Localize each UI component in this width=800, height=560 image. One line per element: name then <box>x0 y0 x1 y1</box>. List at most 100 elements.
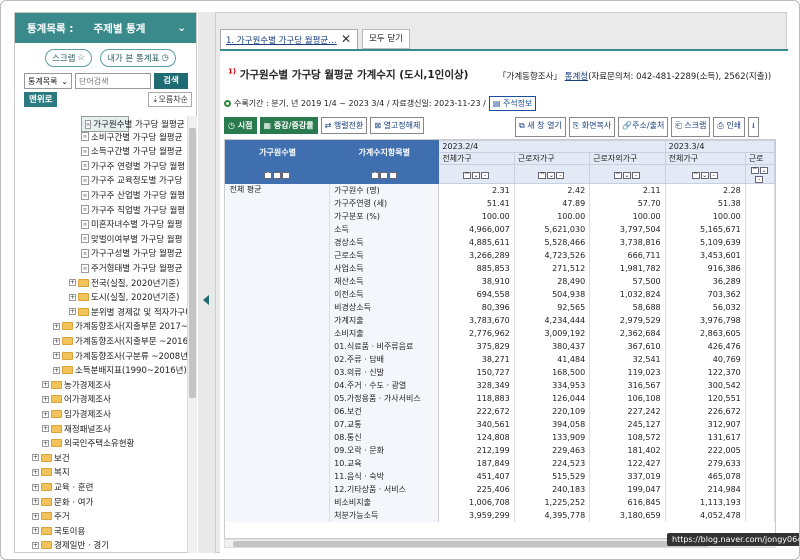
table-row[interactable]: 가계지출 3,783,670 4,234,444 2,979,529 3,976,798 <box>225 313 775 327</box>
sort-toggle-icon[interactable]: ^ <box>370 171 379 179</box>
stat-category-selector[interactable]: 주제별 통계 <box>94 23 146 35</box>
search-scope-select[interactable]: 통계목록 ⌄ <box>24 73 72 89</box>
expand-icon[interactable]: + <box>53 366 60 374</box>
sort-toggle-icon[interactable]: - <box>282 171 291 179</box>
address-source-button[interactable]: 🔗주소/출처 <box>618 117 669 137</box>
tree-item-folder[interactable]: + 소득분배지표(1990~2016년) <box>53 364 187 376</box>
collapse-left-icon[interactable] <box>203 295 209 305</box>
search-input[interactable] <box>75 73 151 89</box>
close-icon[interactable]: ✕ <box>341 32 351 46</box>
col-header-household-size[interactable]: 가구원수별 <box>225 140 331 165</box>
expand-icon[interactable]: + <box>53 352 60 360</box>
table-row[interactable]: 06.보건 222,672 220,109 227,242 226,672 <box>225 404 775 418</box>
expand-icon[interactable]: + <box>69 293 76 301</box>
table-row[interactable]: 소득 4,966,007 5,621,030 3,797,504 5,165,671 <box>225 222 775 236</box>
search-button[interactable]: 검색 <box>154 73 188 89</box>
close-all-tabs-button[interactable]: 모두 닫기 <box>362 29 410 49</box>
expand-icon[interactable]: + <box>32 468 39 476</box>
tree-item-table[interactable]: ≡ 가구주 직업별 가구당 월평 <box>81 204 185 216</box>
tree-item-table[interactable]: ≡ 주거형태별 가구당 월평균 <box>81 262 182 274</box>
expand-icon[interactable]: + <box>32 483 39 491</box>
tree-item-folder[interactable]: + 외국인주택소유현황 <box>42 437 134 449</box>
tree-item-table[interactable]: ≡ 소비구간별 가구당 월평균 <box>81 131 182 143</box>
source-link[interactable]: 통계청 <box>565 72 588 82</box>
sort-toggle-icon[interactable]: - <box>481 171 490 179</box>
expand-icon[interactable]: + <box>42 425 49 433</box>
table-row[interactable]: 02.주류 · 담배 38,271 41,484 32,541 40,769 <box>225 352 775 366</box>
tree-item-folder[interactable]: + 가계동향조사(지출부문 2017~20 <box>53 320 187 332</box>
sort-toggle-icon[interactable]: ^ <box>463 171 472 179</box>
tree-item-folder[interactable]: + 가계동향조사(구분류 ~2008년) <box>53 350 187 362</box>
tree-item-folder[interactable]: + 어가경제조사 <box>42 393 111 405</box>
tree-scroll-thumb[interactable] <box>189 128 196 398</box>
tree-item-folder[interactable]: + 도시(실질, 2020년기준) <box>69 291 179 303</box>
tree-item-folder[interactable]: + 농가경제조사 <box>42 379 111 391</box>
tree-item-folder[interactable]: + 분위별 경제값 및 적자가구비 <box>69 306 187 318</box>
tree-item-table[interactable]: ≡ 소득구간별 가구당 월평균 <box>81 145 182 157</box>
sort-toggle-icon[interactable]: - <box>388 171 397 179</box>
sort-toggle-icon[interactable]: ^ <box>264 171 273 179</box>
tree-item-table[interactable]: ≡ 가구주 연령별 가구당 월평 <box>81 160 185 172</box>
expand-icon[interactable]: + <box>32 527 39 535</box>
tree-scrollbar[interactable] <box>187 116 197 553</box>
expand-icon[interactable]: + <box>32 498 39 506</box>
tree-item-folder[interactable]: + 보건 <box>32 452 70 464</box>
expand-icon[interactable]: + <box>69 308 76 316</box>
table-row[interactable]: 근로소득 3,266,289 4,723,526 666,711 3,453,601 <box>225 248 775 262</box>
print-button[interactable]: ⎙ 인쇄 <box>713 117 746 137</box>
transpose-button[interactable]: ⇄ 행렬전환 <box>320 117 368 134</box>
expand-icon[interactable]: + <box>69 279 76 287</box>
table-row[interactable]: 09.오락 · 문화 212,199 229,463 181,402 222,005 <box>225 443 775 457</box>
tree-item-table[interactable]: ≡ 가구주 산업별 가구당 월평 <box>81 189 185 201</box>
sort-toggle-icon[interactable]: - <box>556 171 565 179</box>
expand-icon[interactable]: + <box>32 512 39 520</box>
sort-toggle-icon[interactable]: ^ <box>691 171 700 179</box>
table-row[interactable]: 비소비지출 1,006,708 1,225,252 616,845 1,113,193 <box>225 495 775 509</box>
expand-icon[interactable]: + <box>53 337 60 345</box>
sort-controls[interactable]: ^⌄- <box>664 164 746 184</box>
tree-item-folder[interactable]: + 국토이용 <box>32 525 85 537</box>
unfreeze-columns-button[interactable]: ⊠ 열고정해제 <box>370 117 425 134</box>
expand-icon[interactable]: + <box>42 395 49 403</box>
tree-item-folder[interactable]: + 교육 · 훈련 <box>32 481 93 493</box>
new-window-button[interactable]: ⧉ 새 창 열기 <box>515 117 566 137</box>
chevron-down-icon[interactable]: ⌄ <box>177 22 186 34</box>
table-row[interactable]: 04.주거 · 수도 · 광열 328,349 334,953 316,567 300,… <box>225 378 775 392</box>
table-row[interactable]: 08.통신 124,808 133,909 108,572 131,617 <box>225 430 775 444</box>
table-row[interactable]: 처분가능소득 3,959,299 4,395,778 3,180,659 4,052,4… <box>225 508 775 522</box>
tree-item-table[interactable]: ≡ 가구구성별 가구당 월평균 <box>81 247 182 259</box>
table-hscroll-thumb[interactable] <box>233 541 709 547</box>
tab-current-table[interactable]: 1. 가구원수별 가구당 월평균… ✕ <box>220 29 358 49</box>
download-button[interactable]: ⭳ <box>748 117 759 137</box>
sort-toggle-icon[interactable]: - <box>631 171 640 179</box>
tree-item-table[interactable]: ≡ 미혼자녀수별 가구당 월평 <box>81 218 182 230</box>
sort-toggle-icon[interactable]: ⌄ <box>379 171 388 179</box>
expand-icon[interactable]: + <box>42 439 49 447</box>
sort-toggle-icon[interactable]: ⌄ <box>700 171 709 179</box>
sort-toggle-icon[interactable]: ⌄ <box>622 171 631 179</box>
table-row[interactable]: 05.가정용품 · 가사서비스 118,883 126,044 106,108 120,… <box>225 391 775 405</box>
table-row[interactable]: 전체 평균 가구원수 (명) 2.31 2.42 2.11 2.28 <box>225 183 775 197</box>
tree-item-folder[interactable]: + 주거 <box>32 510 70 522</box>
sort-controls[interactable]: ^⌄- <box>513 164 591 184</box>
table-row[interactable]: 가구분포 (%) 100.00 100.00 100.00 100.00 <box>225 209 775 223</box>
data-table-container[interactable]: 가구원수별 가계수지항목별 2023.2/4 2023.3/4 전체가구 근로자… <box>224 139 776 539</box>
table-row[interactable]: 재산소득 38,910 28,490 57,500 36,289 <box>225 274 775 288</box>
col-header-item[interactable]: 가계수지항목별 <box>329 140 440 165</box>
sort-toggle-icon[interactable]: ⌄ <box>759 167 768 174</box>
table-row[interactable]: 01.식료품 · 비주류음료 375,829 380,437 367,610 426,4… <box>225 339 775 353</box>
notes-button[interactable]: ▤ 주석정보 <box>488 96 537 111</box>
change-rate-button[interactable]: ▦ 증감/증감률 <box>259 117 318 134</box>
table-row[interactable]: 10.교육 187,849 224,523 122,427 279,633 <box>225 456 775 470</box>
sort-controls[interactable]: ^⌄- <box>225 164 331 184</box>
tree-item-table[interactable]: ≡ 가구주 교육정도별 가구당 <box>81 174 182 186</box>
sort-ascending-button[interactable]: ⇣오름차순 <box>147 92 192 107</box>
expand-icon[interactable]: + <box>42 410 49 418</box>
sort-toggle-icon[interactable]: ⌄ <box>547 171 556 179</box>
table-row[interactable]: 03.의류 · 신발 150,727 168,500 119,023 122,370 <box>225 365 775 379</box>
expand-icon[interactable]: + <box>53 322 60 330</box>
recent-tables-button[interactable]: 내가 본 통계표 ◷ <box>100 49 176 67</box>
scrap-button[interactable]: 스크랩 ☆ <box>45 49 93 67</box>
tree-item-table[interactable]: ≡ 맞벌이여부별 가구당 월평 <box>81 233 182 245</box>
tree-item-folder[interactable]: + 가계동향조사(지출부문 ~2016년 <box>53 335 187 347</box>
